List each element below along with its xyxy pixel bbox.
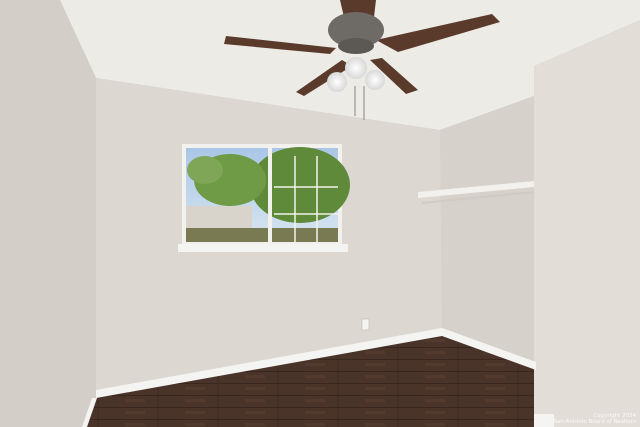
fan-light-left xyxy=(327,72,347,92)
closet-wall xyxy=(440,96,534,362)
bedroom-photo xyxy=(0,0,640,427)
fan-light-center xyxy=(345,57,367,79)
fan-light-right xyxy=(365,70,385,90)
copyright-watermark: Copyright 2024 San Antonio Board of Real… xyxy=(546,413,636,425)
watermark-line-2: San Antonio Board of Realtors xyxy=(553,419,636,425)
window xyxy=(178,144,350,252)
wall-outlet xyxy=(361,318,370,331)
left-wall xyxy=(0,0,96,427)
right-wall xyxy=(534,20,640,427)
